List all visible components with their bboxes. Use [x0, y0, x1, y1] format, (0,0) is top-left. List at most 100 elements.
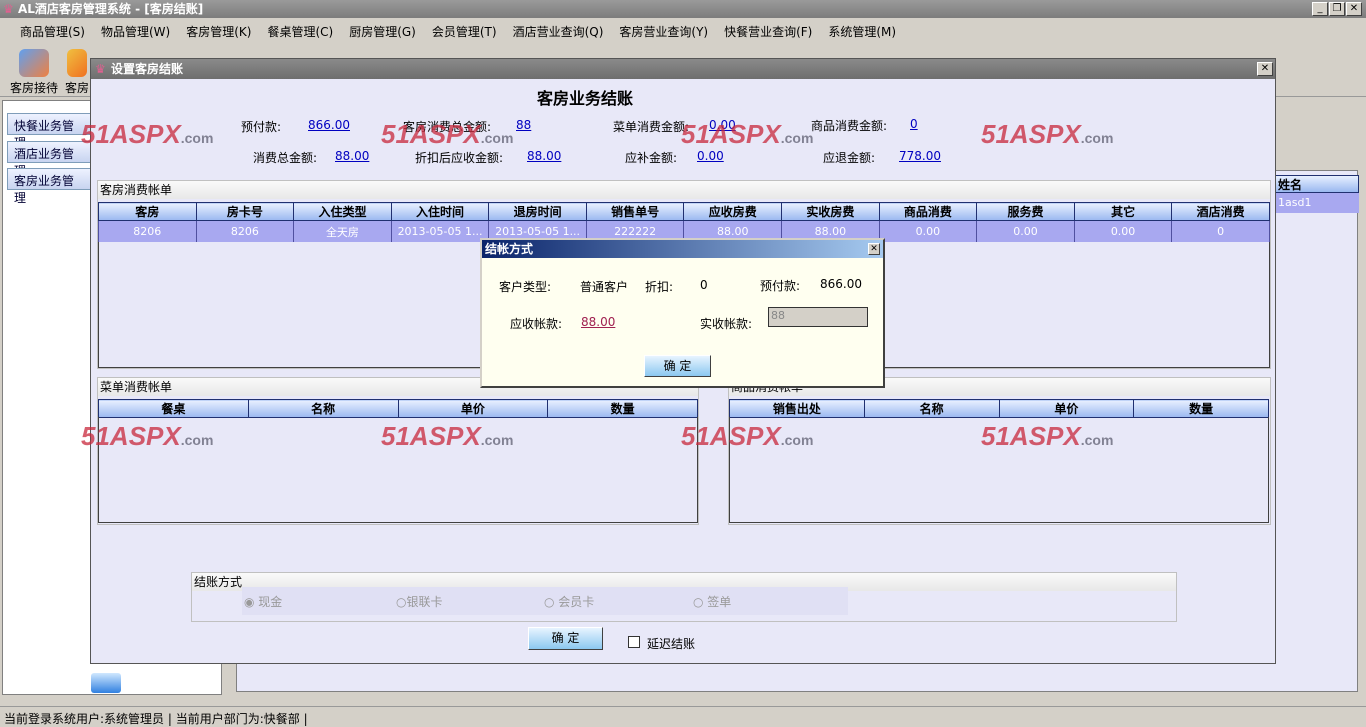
cell: 0.00	[878, 220, 978, 243]
delay-checkbox[interactable]	[628, 636, 640, 648]
payment-dialog-close[interactable]: ✕	[868, 243, 880, 255]
app-icon: ♛	[3, 2, 14, 16]
cell: 全天房	[293, 220, 392, 243]
nav-room[interactable]: 客房业务管理	[7, 168, 91, 205]
total-label: 消费总金额:	[253, 151, 318, 165]
cell: 8206	[98, 220, 197, 243]
total-value[interactable]: 88.00	[335, 149, 369, 163]
col-name[interactable]: 名称	[863, 399, 1000, 418]
table-header-row: 销售出处 名称 单价 数量	[729, 399, 1269, 418]
menu-total-label: 菜单消费金额:	[613, 120, 690, 134]
user-label: 当前登录系统用户:	[4, 712, 105, 726]
watermark: 51ASPX.com	[81, 421, 214, 451]
nav-fastfood[interactable]: 快餐业务管理	[7, 113, 91, 150]
customer-type-value: 普通客户	[580, 280, 629, 294]
menu-goods[interactable]: 商品管理(S)	[12, 19, 93, 43]
cell: 0.00	[976, 220, 1075, 243]
room-bill-title: 客房消费帐单	[98, 181, 1270, 199]
due-value[interactable]: 88.00	[581, 315, 615, 329]
col-room[interactable]: 客房	[98, 202, 197, 221]
col-goods[interactable]: 商品消费	[878, 202, 978, 221]
col-due-fee[interactable]: 应收房费	[683, 202, 783, 221]
menu-rooms[interactable]: 客房管理(K)	[178, 19, 259, 43]
col-order[interactable]: 销售单号	[585, 202, 685, 221]
tool-label: 客房	[64, 81, 89, 95]
menu-items[interactable]: 物品管理(W)	[93, 19, 178, 43]
menu-hotel-query[interactable]: 酒店营业查询(Q)	[505, 19, 612, 43]
expand-icon[interactable]	[91, 673, 121, 693]
supplement-label: 应补金额:	[625, 151, 678, 165]
radio-sign[interactable]: ○ 签单	[693, 593, 731, 610]
prepay-value: 866.00	[820, 277, 862, 291]
menu-system[interactable]: 系统管理(M)	[820, 19, 904, 43]
cell: 0.00	[1073, 220, 1173, 243]
close-button[interactable]: ✕	[1346, 2, 1362, 16]
watermark: 51ASPX.com	[381, 119, 514, 149]
room-reception-button[interactable]: 客房接待	[4, 45, 64, 95]
menu-bill-table: 餐桌 名称 单价 数量	[98, 399, 698, 418]
room-total-value[interactable]: 88	[516, 118, 531, 132]
received-input[interactable]: 88	[768, 307, 868, 327]
col-hotel[interactable]: 酒店消费	[1171, 202, 1270, 221]
col-price[interactable]: 单价	[397, 399, 549, 418]
discount-label: 折扣:	[645, 280, 674, 294]
cell: 2013-05-05 1...	[390, 220, 490, 243]
room-bill-table: 客房 房卡号 入住类型 入住时间 退房时间 销售单号 应收房费 实收房费 商品消…	[98, 202, 1270, 243]
col-checkin[interactable]: 入住时间	[390, 202, 490, 221]
delay-label: 延迟结账	[647, 637, 696, 651]
menu-members[interactable]: 会员管理(T)	[424, 19, 505, 43]
menu-room-query[interactable]: 客房营业查询(Y)	[611, 19, 716, 43]
col-service[interactable]: 服务费	[976, 202, 1075, 221]
nav-hotel[interactable]: 酒店业务管理	[7, 141, 91, 178]
col-other[interactable]: 其它	[1073, 202, 1173, 221]
col-qty[interactable]: 数量	[1133, 399, 1269, 418]
radio-label: 会员卡	[558, 595, 595, 609]
received-label: 实收帐款:	[700, 317, 753, 331]
menu-kitchen[interactable]: 厨房管理(G)	[341, 19, 424, 43]
watermark: 51ASPX.com	[981, 421, 1114, 451]
col-table[interactable]: 餐桌	[98, 399, 249, 418]
payment-radio-group: ◉ 现金 ○银联卡 ○ 会员卡 ○ 签单	[242, 587, 848, 615]
window-titlebar: ♛ AL酒店客房管理系统 - [客房结账]	[0, 0, 1366, 18]
discounted-value[interactable]: 88.00	[527, 149, 561, 163]
dept-label: 当前用户部门为:	[175, 712, 264, 726]
payment-confirm-button[interactable]: 确 定	[644, 355, 711, 377]
col-price[interactable]: 单价	[998, 399, 1135, 418]
prepay-value[interactable]: 866.00	[308, 118, 350, 132]
col-paid-fee[interactable]: 实收房费	[781, 202, 880, 221]
radio-label: 现金	[258, 595, 283, 609]
menu-bar: 商品管理(S) 物品管理(W) 客房管理(K) 餐桌管理(C) 厨房管理(G) …	[0, 19, 1366, 43]
watermark: 51ASPX.com	[981, 119, 1114, 149]
radio-cash[interactable]: ◉ 现金	[244, 593, 282, 610]
confirm-button[interactable]: 确 定	[528, 627, 603, 650]
refund-value[interactable]: 778.00	[899, 149, 941, 163]
room-tool-button[interactable]: 客房	[64, 45, 90, 95]
prepay-label: 预付款:	[241, 120, 282, 134]
status-bar: 当前登录系统用户:系统管理员 | 当前用户部门为:快餐部 |	[0, 706, 1366, 727]
column-header-name: 姓名	[1275, 175, 1359, 193]
radio-unionpay[interactable]: ○银联卡	[396, 593, 443, 610]
radio-label: 签单	[707, 595, 732, 609]
radio-member-card[interactable]: ○ 会员卡	[544, 593, 594, 610]
restore-button[interactable]: ❐	[1329, 2, 1345, 16]
col-qty[interactable]: 数量	[547, 399, 698, 418]
dialog-close-button[interactable]: ✕	[1257, 62, 1273, 76]
col-card[interactable]: 房卡号	[195, 202, 295, 221]
user-value: 系统管理员	[104, 712, 165, 726]
goods-total-value[interactable]: 0	[910, 117, 918, 131]
tool-label: 客房接待	[9, 81, 58, 95]
menu-fastfood-query[interactable]: 快餐营业查询(F)	[716, 19, 820, 43]
col-name[interactable]: 名称	[247, 399, 399, 418]
supplement-value[interactable]: 0.00	[697, 149, 724, 163]
watermark: 51ASPX.com	[381, 421, 514, 451]
col-source[interactable]: 销售出处	[729, 399, 865, 418]
dept-value: 快餐部	[263, 712, 300, 726]
cell: 0	[1171, 220, 1270, 243]
col-checkout[interactable]: 退房时间	[488, 202, 587, 221]
prepay-label: 预付款:	[760, 279, 801, 293]
grid-cell[interactable]: 1asd1	[1275, 193, 1359, 213]
table-header-row: 客房 房卡号 入住类型 入住时间 退房时间 销售单号 应收房费 实收房费 商品消…	[98, 202, 1270, 221]
col-type[interactable]: 入住类型	[293, 202, 392, 221]
minimize-button[interactable]: _	[1312, 2, 1328, 16]
menu-tables[interactable]: 餐桌管理(C)	[259, 19, 341, 43]
